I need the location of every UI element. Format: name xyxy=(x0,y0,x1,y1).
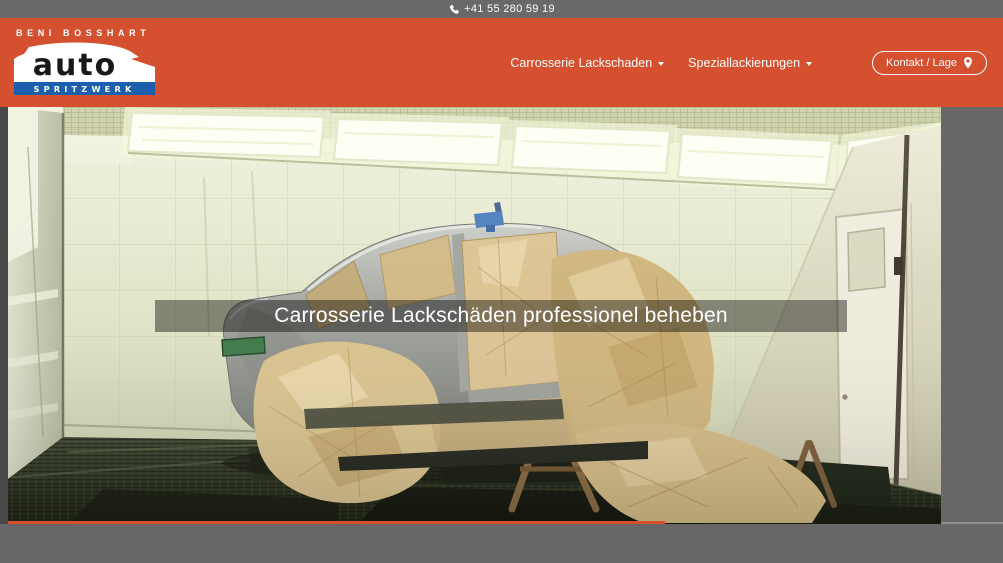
nav-item-speziallackierungen[interactable]: Speziallackierungen xyxy=(688,55,813,70)
page-gutter-left xyxy=(0,107,8,524)
logo-sub-text: SPRITZWERK xyxy=(33,84,135,94)
main-nav: Carrosserie Lackschaden Speziallackierun… xyxy=(510,18,987,107)
header: BENI BOSSHART auto SPRITZWERK Carrosseri… xyxy=(0,18,1003,107)
hero-caption-band: Carrosserie Lackschäden professionel beh… xyxy=(155,300,847,332)
logo[interactable]: BENI BOSSHART auto SPRITZWERK xyxy=(14,28,155,95)
map-pin-icon xyxy=(964,56,972,69)
cta-label: Kontakt / Lage xyxy=(886,56,957,69)
kontakt-lage-button[interactable]: Kontakt / Lage xyxy=(872,50,987,75)
phone-number[interactable]: +41 55 280 59 19 xyxy=(464,3,555,15)
nav-item-carrosserie-lackschaden[interactable]: Carrosserie Lackschaden xyxy=(510,55,665,70)
logo-owner-text: BENI BOSSHART xyxy=(16,28,151,38)
phone-icon xyxy=(449,4,459,14)
nav-item-label: Carrosserie Lackschaden xyxy=(510,55,653,70)
logo-brand-text: auto xyxy=(33,48,118,83)
chevron-down-icon xyxy=(806,61,813,66)
topbar: +41 55 280 59 19 xyxy=(0,0,1003,18)
hero-caption: Carrosserie Lackschäden professionel beh… xyxy=(274,304,728,327)
logo-graphic: auto SPRITZWERK xyxy=(14,42,155,95)
chevron-down-icon xyxy=(658,61,665,66)
slider-progress-bar xyxy=(8,521,665,524)
slider-track-line xyxy=(941,522,1003,524)
nav-item-label: Speziallackierungen xyxy=(688,55,801,70)
hero-slide: Carrosserie Lackschäden professionel beh… xyxy=(8,107,941,524)
